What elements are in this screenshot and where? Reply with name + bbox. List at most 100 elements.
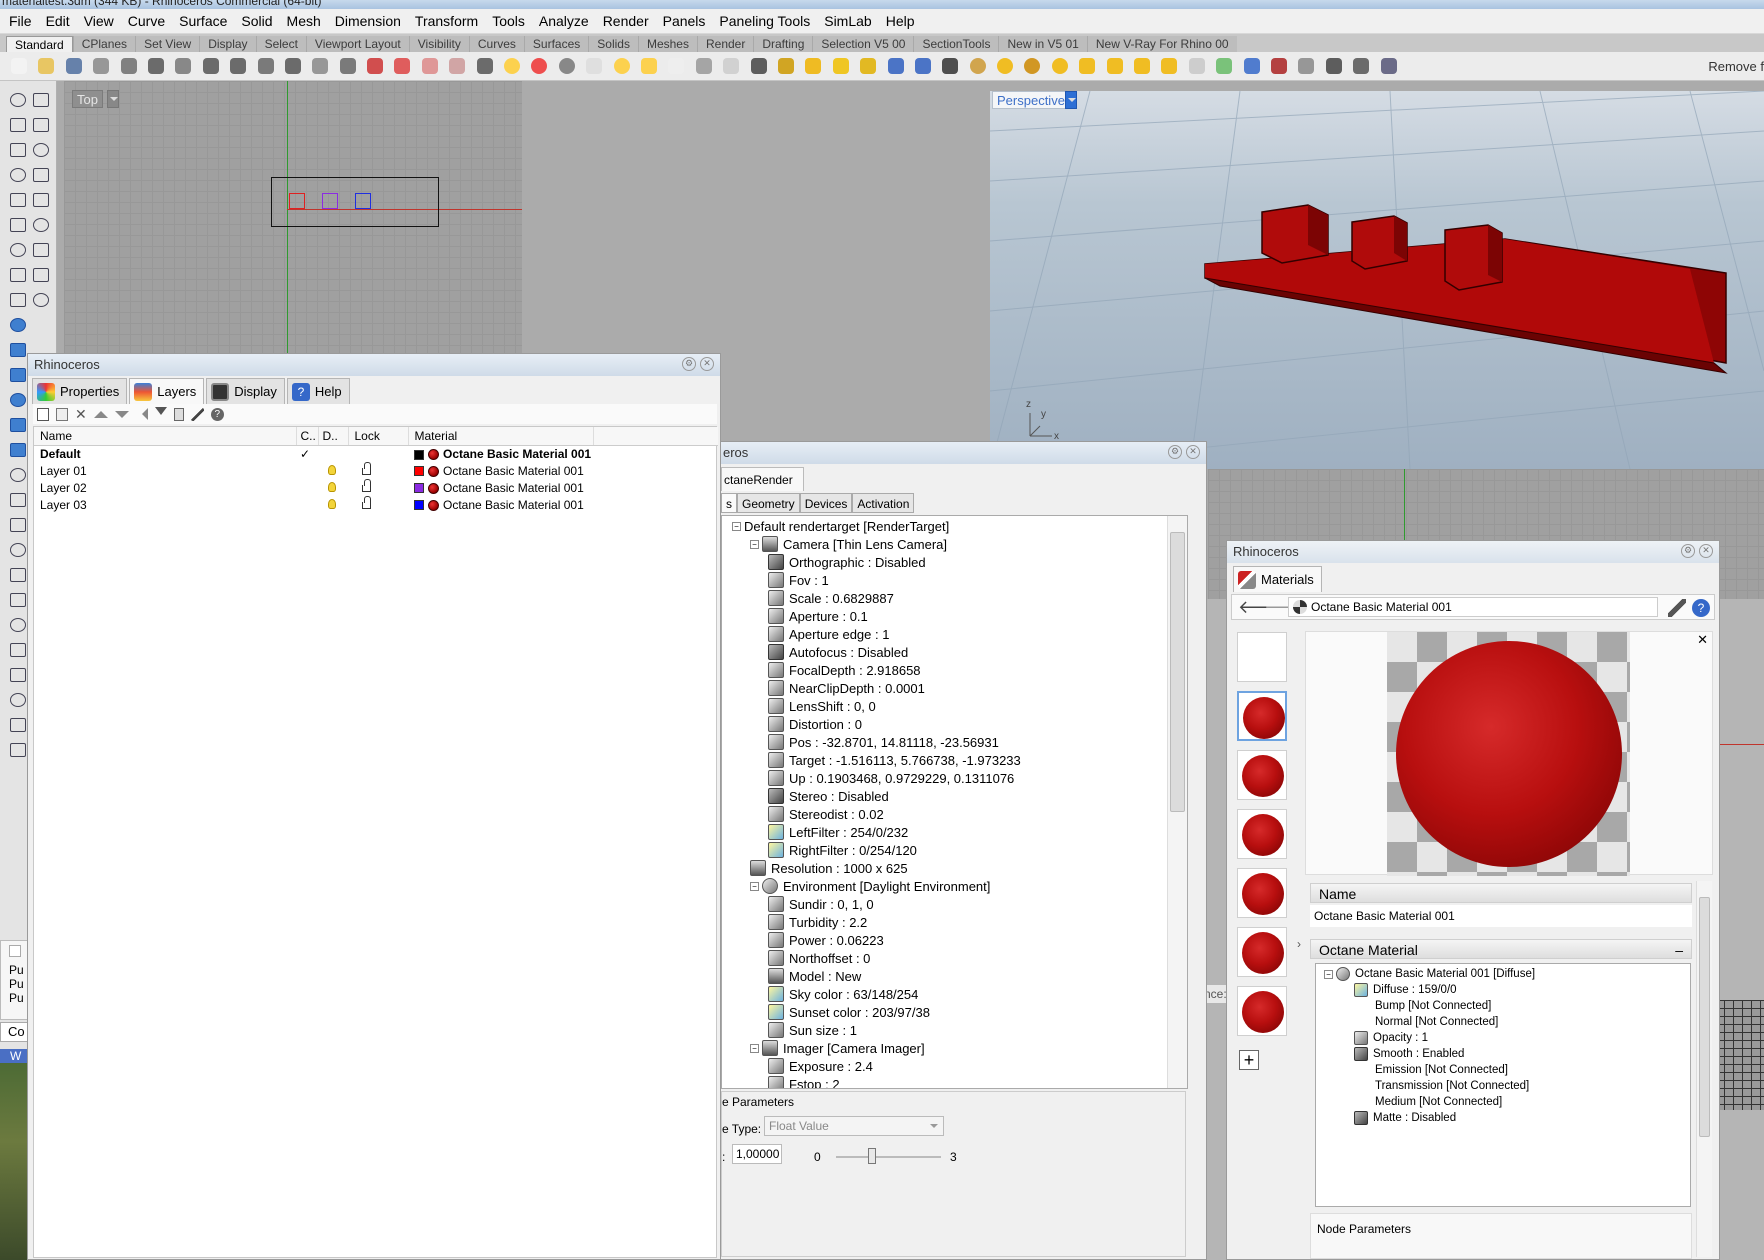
menu-item-curve[interactable]: Curve	[121, 13, 172, 29]
zoom-extents-icon[interactable]	[255, 55, 277, 77]
history-checkbox[interactable]	[9, 945, 21, 957]
layer-lock[interactable]	[348, 445, 408, 462]
material-thumb[interactable]	[1237, 809, 1287, 859]
layers-help-icon[interactable]: ?	[210, 407, 224, 421]
curve-blend-icon[interactable]	[31, 216, 51, 234]
octane-tree-node[interactable]: Stereo : Disabled	[768, 787, 889, 805]
add-material-button[interactable]: +	[1239, 1050, 1259, 1070]
float-value-input[interactable]: 1,00000	[732, 1144, 782, 1164]
side-expander-chevron-icon[interactable]: ›	[1297, 937, 1301, 951]
tree-expander-icon[interactable]: −	[750, 881, 759, 891]
light-bulb-icon[interactable]	[328, 481, 336, 492]
rectangle-icon[interactable]	[8, 166, 28, 184]
boolean-icon[interactable]	[8, 616, 28, 634]
menu-item-paneling-tools[interactable]: Paneling Tools	[712, 13, 817, 29]
toolbar-tab-standard[interactable]: Standard	[6, 36, 73, 52]
material-tree-node[interactable]: Emission [Not Connected]	[1354, 1062, 1508, 1078]
helix-icon[interactable]	[8, 391, 28, 409]
arrow-lamp-icon[interactable]	[1131, 55, 1153, 77]
octane-panel-gear-icon[interactable]: ⚙	[1168, 445, 1182, 459]
arc-icon[interactable]	[31, 141, 51, 159]
layer-color-swatch[interactable]	[414, 500, 424, 511]
menu-item-transform[interactable]: Transform	[408, 13, 485, 29]
move-up-icon[interactable]	[93, 404, 108, 418]
layers-panel-gear-icon[interactable]: ⚙	[682, 357, 696, 371]
toolbar-tab-new-in-v5-01[interactable]: New in V5 01	[998, 36, 1087, 52]
octane-tree-node[interactable]: Power : 0.06223	[768, 931, 884, 949]
layer-current-check[interactable]	[296, 479, 318, 496]
toolbar-tab-new-v-ray-for-rhino-00[interactable]: New V-Ray For Rhino 00	[1086, 36, 1237, 52]
box-icon[interactable]	[8, 516, 28, 534]
tab-layers[interactable]: Layers	[129, 378, 205, 404]
light-bulb-icon[interactable]	[328, 464, 336, 475]
col-lock[interactable]: Lock	[348, 427, 409, 446]
octane-tree-node[interactable]: Distortion : 0	[768, 715, 862, 733]
unlocked-padlock-icon[interactable]	[362, 461, 371, 475]
octane-tree-node[interactable]: Sundir : 0, 1, 0	[768, 895, 874, 913]
unlocked-padlock-icon[interactable]	[362, 495, 371, 509]
material-thumb[interactable]	[1237, 750, 1287, 800]
toolbar-tab-visibility[interactable]: Visibility	[408, 36, 469, 52]
control-points-icon[interactable]	[419, 55, 441, 77]
zoom-window-icon[interactable]	[227, 55, 249, 77]
materials-panel-gear-icon[interactable]: ⚙	[1681, 544, 1695, 558]
new-sublayer-icon[interactable]	[56, 407, 68, 421]
print-icon[interactable]	[90, 55, 112, 77]
four-viewports-icon[interactable]	[337, 55, 359, 77]
move-icon[interactable]	[446, 55, 468, 77]
perspective-viewport-label[interactable]: Perspective	[992, 91, 1070, 109]
layer-visibility[interactable]	[318, 462, 348, 479]
material-tree-node[interactable]: Diffuse : 159/0/0	[1354, 982, 1457, 998]
arc-3pt-icon[interactable]	[8, 216, 28, 234]
material-tree-node[interactable]: Bump [Not Connected]	[1354, 998, 1491, 1014]
curve-icon[interactable]	[31, 116, 51, 134]
rectangle-rounded-icon[interactable]	[8, 316, 28, 334]
ellipse-icon[interactable]	[31, 191, 51, 209]
octane-tree-node[interactable]: Fov : 1	[768, 571, 829, 589]
split-icon[interactable]	[8, 716, 28, 734]
octane-tree-node[interactable]: Aperture : 0.1	[768, 607, 868, 625]
link-icon[interactable]	[1350, 55, 1372, 77]
layer-visibility[interactable]	[318, 479, 348, 496]
subtab-geometry[interactable]: Geometry	[737, 493, 800, 513]
circle-tool-icon[interactable]	[8, 266, 28, 284]
help-icon[interactable]	[1241, 55, 1263, 77]
rotate-icon[interactable]	[31, 266, 51, 284]
octane-tree-node[interactable]: Pos : -32.8701, 14.81118, -23.56931	[768, 733, 999, 751]
octane-tree-node[interactable]: LeftFilter : 254/0/232	[768, 823, 908, 841]
octane-tree-node[interactable]: Autofocus : Disabled	[768, 643, 908, 661]
select-arrow-icon[interactable]	[8, 91, 28, 109]
octane-tree-node[interactable]: − Environment [Daylight Environment]	[750, 877, 990, 895]
half-sphere-icon[interactable]	[1049, 55, 1071, 77]
undo-icon[interactable]	[145, 55, 167, 77]
octane-tree-node[interactable]: Resolution : 1000 x 625	[750, 859, 908, 877]
points-on-icon[interactable]	[391, 55, 413, 77]
layer-row[interactable]: Default ✓ Octane Basic Material 001	[34, 445, 718, 462]
show-icon[interactable]	[748, 55, 770, 77]
octane-tree-node[interactable]: Orthographic : Disabled	[768, 553, 926, 571]
delete-layer-icon[interactable]: ✕	[75, 406, 87, 423]
col-name[interactable]: Name	[34, 427, 297, 446]
octane-tree-node[interactable]: Target : -1.516113, 5.766738, -1.973233	[768, 751, 1021, 769]
color-wheel-icon[interactable]	[501, 55, 523, 77]
value-slider-track[interactable]	[836, 1156, 941, 1158]
material-name-field[interactable]: Octane Basic Material 001	[1310, 905, 1692, 927]
toolbar-tab-render[interactable]: Render	[696, 36, 754, 52]
layer-lock[interactable]	[348, 478, 408, 496]
layer-material[interactable]: Octane Basic Material 001	[408, 445, 593, 462]
layers-panel-close-icon[interactable]: ✕	[700, 357, 714, 371]
octane-tree-node[interactable]: Northoffset : 0	[768, 949, 870, 967]
terrain-icon[interactable]	[1186, 55, 1208, 77]
grid-snap-icon[interactable]	[939, 55, 961, 77]
layer-name[interactable]: Layer 02	[34, 479, 296, 496]
line-icon[interactable]	[8, 141, 28, 159]
box-layer-03[interactable]	[355, 193, 371, 209]
bulb-icon[interactable]	[1104, 55, 1126, 77]
target-icon[interactable]	[994, 55, 1016, 77]
material-thumb-blank[interactable]	[1237, 632, 1287, 682]
transform-icon[interactable]	[8, 741, 28, 759]
preview-close-icon[interactable]: ✕	[1697, 632, 1708, 648]
copy-view-icon[interactable]	[118, 55, 140, 77]
toolbar-tab-viewport-layout[interactable]: Viewport Layout	[305, 36, 409, 52]
save-icon[interactable]	[63, 55, 85, 77]
